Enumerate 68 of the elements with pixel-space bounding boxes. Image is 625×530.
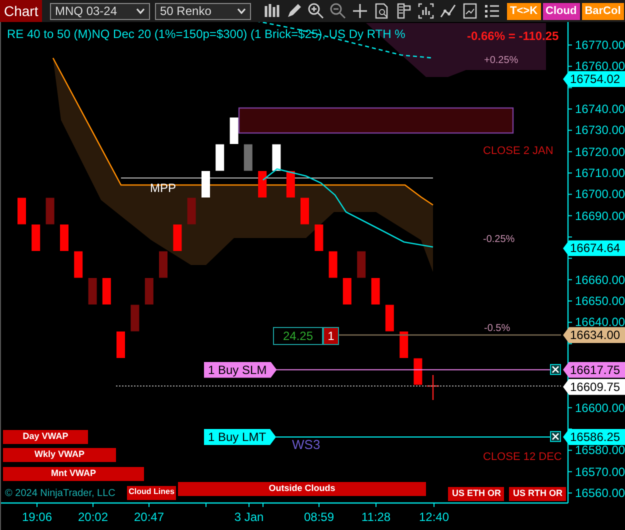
price-label: 16640.00 xyxy=(575,315,625,330)
indicator-bar: Wkly VWAP xyxy=(3,448,116,462)
indicator-bar: Outside Clouds xyxy=(178,482,426,496)
price-label: 16580.00 xyxy=(575,443,625,458)
position-quantity: 1 xyxy=(323,327,339,345)
level-label: CLOSE 12 DEC xyxy=(483,450,562,465)
price-label: 16690.00 xyxy=(575,208,625,223)
time-label: 19:06 xyxy=(22,510,52,524)
cancel-order-icon[interactable] xyxy=(550,431,561,442)
indicator-bar: Mnt VWAP xyxy=(3,467,144,481)
bars-icon[interactable] xyxy=(263,2,281,20)
time-label: 08:59 xyxy=(304,510,334,524)
zoom-in-icon[interactable] xyxy=(307,2,325,20)
cancel-order-icon[interactable] xyxy=(550,364,561,376)
time-label: 20:02 xyxy=(78,510,108,524)
data-box-icon[interactable] xyxy=(395,2,413,20)
price-label: 16570.00 xyxy=(575,464,625,479)
line-label: MPP xyxy=(150,180,176,197)
price-flag: 16634.00 xyxy=(563,327,625,344)
chart-frame-icon[interactable] xyxy=(417,2,435,20)
chevron-icon xyxy=(237,8,246,14)
price-label: 16700.00 xyxy=(575,187,625,202)
order-label[interactable]: 1 Buy LMT xyxy=(204,428,276,445)
crosshair-icon[interactable] xyxy=(351,2,369,20)
price-label: 16770.00 xyxy=(575,38,625,52)
price-flag: 16617.75 xyxy=(563,362,625,378)
time-label: 3 Jan xyxy=(234,510,264,524)
document-chart-icon[interactable] xyxy=(461,2,479,20)
level-label: -0.25% xyxy=(483,233,515,247)
level-label: CLOSE 2 JAN xyxy=(483,144,554,159)
price-label: 16720.00 xyxy=(575,144,625,159)
price-label: 16660.00 xyxy=(575,272,625,287)
chevron-icon xyxy=(136,8,145,14)
price-flag: 16609.75 xyxy=(563,378,625,395)
price-flag: 16586.25 xyxy=(563,428,625,445)
price-label: 16650.00 xyxy=(575,294,625,308)
level-label: +0.25% xyxy=(484,54,518,68)
price-label: 16560.00 xyxy=(575,486,625,500)
time-label: 20:47 xyxy=(134,510,164,524)
price-flag: 16754.02 xyxy=(563,71,625,88)
price-label: 16740.00 xyxy=(575,102,625,116)
price-label: 16710.00 xyxy=(575,166,625,180)
position-pnl: 24.25 xyxy=(273,327,323,345)
price-flag: 16674.64 xyxy=(563,240,625,256)
indicator-bar: US ETH OR xyxy=(448,487,504,501)
price-label: 16760.00 xyxy=(575,59,625,74)
list-icon[interactable] xyxy=(483,2,501,20)
price-label: 16600.00 xyxy=(575,400,625,415)
dropdown[interactable]: 50 Renko xyxy=(155,2,251,20)
indicator-bar: US RTH OR xyxy=(509,487,566,501)
copyright-text: © 2024 NinjaTrader, LLC xyxy=(5,487,116,501)
dropdown[interactable]: MNQ 03-24 xyxy=(50,2,150,20)
time-label: 11:28 xyxy=(361,510,391,524)
price-change: -0.66% = -110.25 xyxy=(467,28,559,45)
order-label[interactable]: 1 Buy SLM xyxy=(204,362,277,378)
price-label: 16730.00 xyxy=(575,123,625,138)
pencil-icon[interactable] xyxy=(285,2,303,20)
zoom-out-icon[interactable] xyxy=(329,2,347,20)
toggle-button[interactable]: Cloud xyxy=(542,2,580,20)
level-label: -0.5% xyxy=(484,322,510,336)
indicator-bar: Cloud Lines xyxy=(127,486,176,500)
line-label: WS3 xyxy=(292,436,320,454)
time-label: 12:40 xyxy=(418,510,450,524)
indicator-bar: Day VWAP xyxy=(3,430,88,444)
line-chart-icon[interactable] xyxy=(439,2,457,20)
last-price-cross xyxy=(426,374,440,401)
chart-title: Chart xyxy=(0,0,42,22)
chart-header: RE 40 to 50 (M)NQ Dec 20 (1%=150p=$300) (1 Brick=$25), US Dy RTH % xyxy=(7,26,406,43)
